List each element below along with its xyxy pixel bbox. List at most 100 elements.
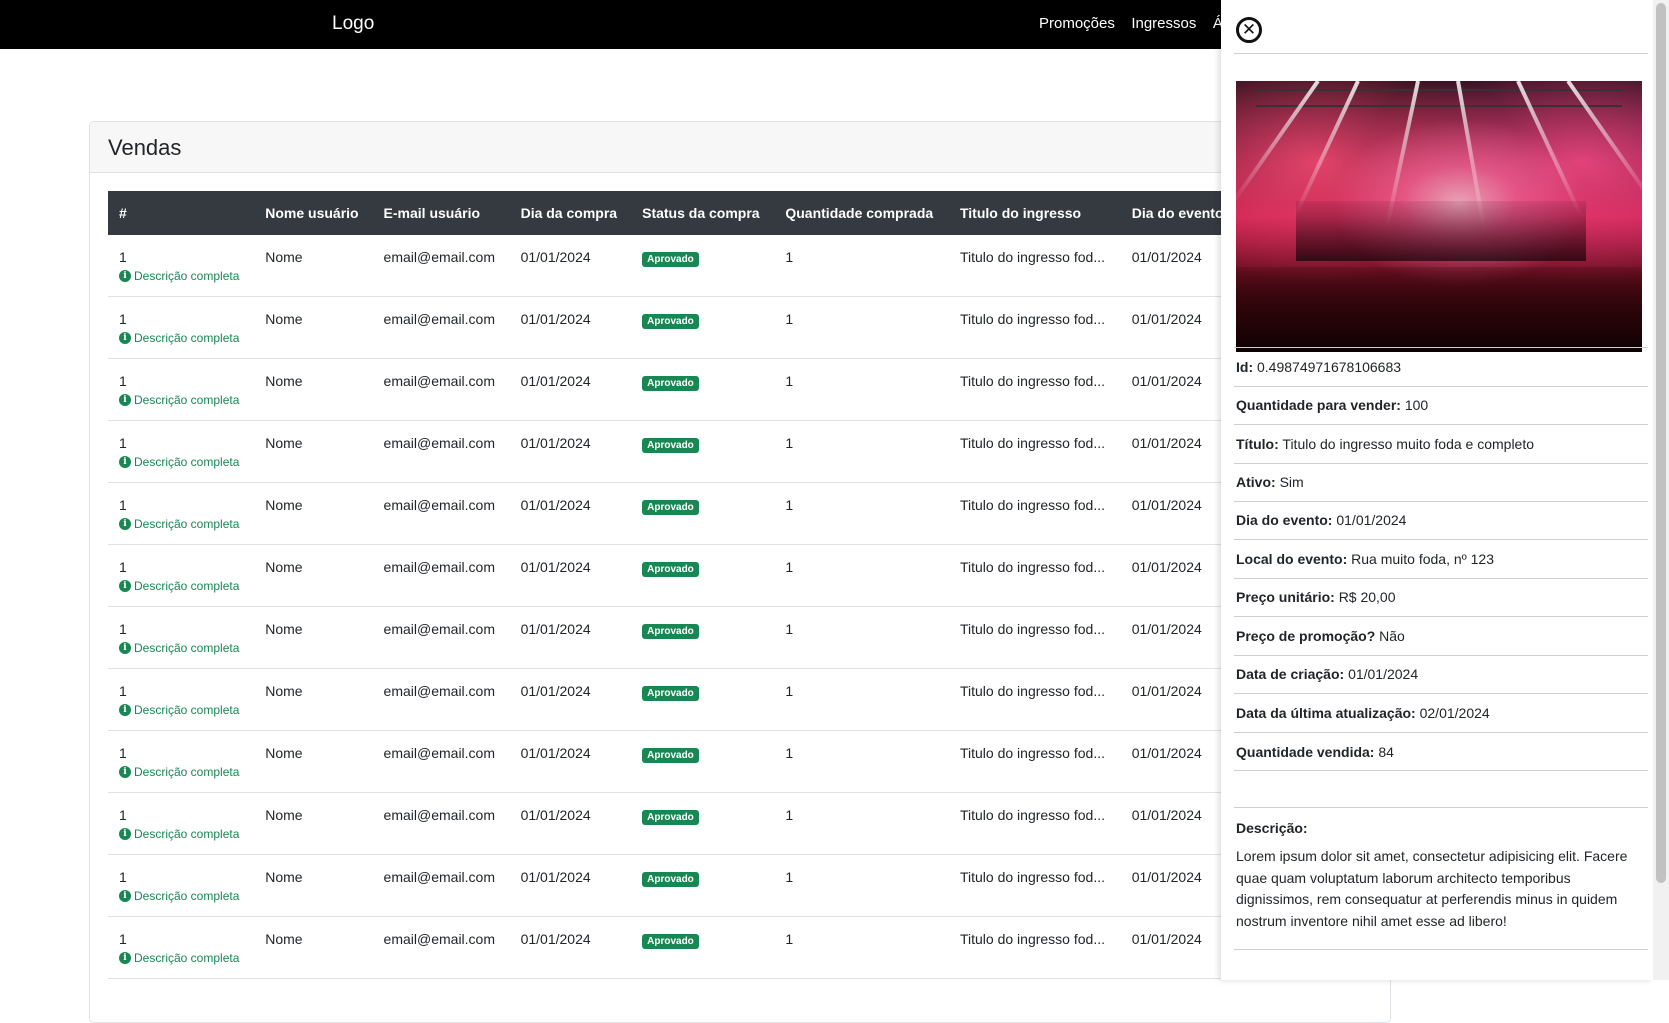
table-row: 1 i Descrição completa Nome email@email.com 0… bbox=[108, 358, 1308, 421]
cell-email: email@email.com bbox=[372, 854, 510, 917]
table-row: 1 i Descrição completa Nome email@email.com 0… bbox=[108, 854, 1308, 917]
full-description-link[interactable]: i Descrição completa bbox=[119, 951, 244, 965]
cell-nome: Nome bbox=[254, 916, 373, 979]
detail-field-value: R$ 20,00 bbox=[1338, 589, 1396, 605]
row-id: 1 bbox=[119, 869, 127, 885]
full-description-link[interactable]: i Descrição completa bbox=[119, 517, 244, 531]
divider bbox=[1234, 53, 1648, 54]
detail-field: Quantidade vendida: 84 bbox=[1236, 744, 1394, 760]
cell-nome: Nome bbox=[254, 668, 373, 731]
cell-quantidade: 1 bbox=[774, 358, 949, 421]
nav-links: Promoções Ingressos Áre bbox=[1039, 15, 1248, 33]
cell-nome: Nome bbox=[254, 482, 373, 545]
detail-field-label: Ativo: bbox=[1236, 474, 1276, 490]
close-circle-icon[interactable]: ✕ bbox=[1236, 17, 1262, 43]
column-header: Nome usuário bbox=[254, 191, 373, 235]
cell-titulo: Titulo do ingresso fod... bbox=[948, 482, 1121, 545]
cell-nome: Nome bbox=[254, 792, 373, 855]
row-id: 1 bbox=[119, 249, 127, 265]
cell-titulo: Titulo do ingresso fod... bbox=[948, 668, 1121, 731]
detail-field-label: Dia do evento: bbox=[1236, 512, 1333, 528]
cell-status: Aprovado bbox=[631, 420, 775, 483]
full-description-label: Descrição completa bbox=[134, 765, 240, 779]
detail-field-label: Título: bbox=[1236, 436, 1279, 452]
detail-field-value: 0.49874971678106683 bbox=[1257, 359, 1402, 375]
detail-field: Ativo: Sim bbox=[1236, 474, 1304, 490]
nav-link-ingressos[interactable]: Ingressos bbox=[1131, 15, 1196, 32]
detail-field: Preço de promoção? Não bbox=[1236, 628, 1405, 644]
cell-dia-compra: 01/01/2024 bbox=[509, 296, 632, 359]
full-description-label: Descrição completa bbox=[134, 703, 240, 717]
divider bbox=[1234, 949, 1648, 950]
sales-table: # Nome usuário E-mail usuário Dia da com… bbox=[108, 191, 1308, 979]
status-badge: Aprovado bbox=[642, 624, 699, 639]
cell-nome: Nome bbox=[254, 420, 373, 483]
status-badge: Aprovado bbox=[642, 748, 699, 763]
detail-field: Data da última atualização: 02/01/2024 bbox=[1236, 705, 1490, 721]
page-title: Vendas bbox=[108, 135, 182, 160]
nav-link-promocoes[interactable]: Promoções bbox=[1039, 15, 1115, 32]
full-description-label: Descrição completa bbox=[134, 579, 240, 593]
cell-id: 1 i Descrição completa bbox=[108, 235, 255, 297]
detail-field-value: 100 bbox=[1404, 397, 1429, 413]
cell-email: email@email.com bbox=[372, 916, 510, 979]
full-description-link[interactable]: i Descrição completa bbox=[119, 765, 244, 779]
cell-status: Aprovado bbox=[631, 544, 775, 607]
divider bbox=[1234, 539, 1648, 540]
cell-titulo: Titulo do ingresso fod... bbox=[948, 544, 1121, 607]
cell-quantidade: 1 bbox=[774, 544, 949, 607]
full-description-link[interactable]: i Descrição completa bbox=[119, 641, 244, 655]
detail-field-value: 01/01/2024 bbox=[1348, 666, 1419, 682]
full-description-link[interactable]: i Descrição completa bbox=[119, 393, 244, 407]
table-row: 1 i Descrição completa Nome email@email.com 0… bbox=[108, 730, 1308, 793]
cell-status: Aprovado bbox=[631, 606, 775, 669]
logo[interactable]: Logo bbox=[332, 13, 374, 35]
full-description-link[interactable]: i Descrição completa bbox=[119, 827, 244, 841]
detail-field: Id: 0.49874971678106683 bbox=[1236, 359, 1401, 375]
table-row: 1 i Descrição completa Nome email@email.com 0… bbox=[108, 792, 1308, 855]
cell-nome: Nome bbox=[254, 606, 373, 669]
info-icon: i bbox=[119, 890, 131, 902]
table-header-row: # Nome usuário E-mail usuário Dia da com… bbox=[108, 191, 1308, 235]
full-description-link[interactable]: i Descrição completa bbox=[119, 889, 244, 903]
info-icon: i bbox=[119, 580, 131, 592]
cell-email: email@email.com bbox=[372, 296, 510, 359]
scrollbar-thumb[interactable] bbox=[1656, 3, 1666, 883]
cell-quantidade: 1 bbox=[774, 296, 949, 359]
row-id: 1 bbox=[119, 745, 127, 761]
status-badge: Aprovado bbox=[642, 872, 699, 887]
cell-titulo: Titulo do ingresso fod... bbox=[948, 916, 1121, 979]
full-description-link[interactable]: i Descrição completa bbox=[119, 579, 244, 593]
cell-titulo: Titulo do ingresso fod... bbox=[948, 792, 1121, 855]
full-description-label: Descrição completa bbox=[134, 827, 240, 841]
full-description-label: Descrição completa bbox=[134, 951, 240, 965]
cell-status: Aprovado bbox=[631, 482, 775, 545]
cell-status: Aprovado bbox=[631, 296, 775, 359]
cell-dia-compra: 01/01/2024 bbox=[509, 730, 632, 793]
info-icon: i bbox=[119, 642, 131, 654]
info-icon: i bbox=[119, 332, 131, 344]
detail-field-value: 01/01/2024 bbox=[1336, 512, 1407, 528]
description-text: Lorem ipsum dolor sit amet, consectetur … bbox=[1236, 848, 1628, 929]
cell-email: email@email.com bbox=[372, 730, 510, 793]
cell-id: 1 i Descrição completa bbox=[108, 854, 255, 917]
full-description-link[interactable]: i Descrição completa bbox=[119, 455, 244, 469]
cell-quantidade: 1 bbox=[774, 916, 949, 979]
full-description-link[interactable]: i Descrição completa bbox=[119, 331, 244, 345]
row-id: 1 bbox=[119, 373, 127, 389]
cell-id: 1 i Descrição completa bbox=[108, 482, 255, 545]
info-icon: i bbox=[119, 828, 131, 840]
full-description-link[interactable]: i Descrição completa bbox=[119, 269, 244, 283]
cell-email: email@email.com bbox=[372, 792, 510, 855]
full-description-link[interactable]: i Descrição completa bbox=[119, 703, 244, 717]
cell-status: Aprovado bbox=[631, 730, 775, 793]
table-row: 1 i Descrição completa Nome email@email.com 0… bbox=[108, 296, 1308, 359]
stage bbox=[1296, 201, 1586, 261]
column-header: E-mail usuário bbox=[372, 191, 510, 235]
cell-id: 1 i Descrição completa bbox=[108, 358, 255, 421]
scrollbar[interactable] bbox=[1653, 0, 1669, 980]
divider bbox=[1234, 616, 1648, 617]
table-row: 1 i Descrição completa Nome email@email.com 0… bbox=[108, 235, 1308, 297]
cell-email: email@email.com bbox=[372, 235, 510, 297]
cell-quantidade: 1 bbox=[774, 854, 949, 917]
